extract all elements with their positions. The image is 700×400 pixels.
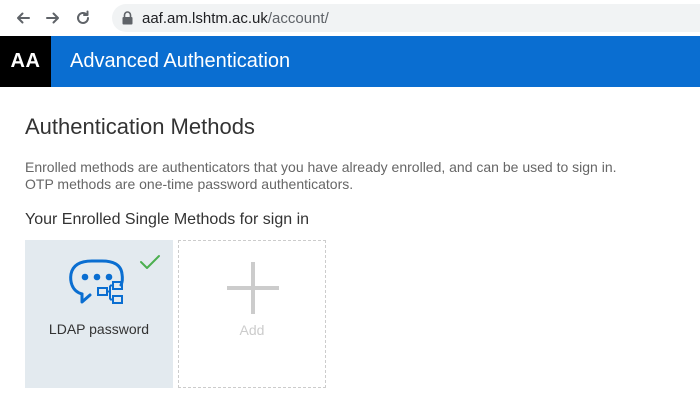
lock-icon bbox=[120, 10, 134, 26]
app-header: AA Advanced Authentication bbox=[0, 36, 700, 87]
url-host: aaf.am.lshtm.ac.uk bbox=[142, 9, 268, 27]
description-line-1: Enrolled methods are authenticators that… bbox=[25, 159, 617, 175]
app-title: Advanced Authentication bbox=[70, 50, 291, 72]
back-arrow-icon bbox=[17, 12, 30, 24]
page-description: Enrolled methods are authenticators that… bbox=[25, 159, 700, 193]
main-content: Authentication Methods Enrolled methods … bbox=[25, 87, 700, 229]
description-line-2: OTP methods are one-time password authen… bbox=[25, 176, 354, 192]
section-title: Your Enrolled Single Methods for sign in bbox=[25, 211, 310, 228]
app-logo[interactable]: AA bbox=[0, 36, 51, 87]
method-label: LDAP password bbox=[48, 321, 150, 337]
check-icon bbox=[140, 255, 160, 269]
plus-icon bbox=[227, 262, 279, 314]
forward-arrow-icon bbox=[46, 12, 59, 24]
reload-icon bbox=[77, 10, 89, 24]
forward-button[interactable] bbox=[40, 5, 66, 31]
add-method-tile[interactable]: Add bbox=[178, 240, 326, 388]
ldap-password-icon bbox=[69, 259, 124, 304]
back-button[interactable] bbox=[10, 5, 36, 31]
address-bar[interactable]: aaf.am.lshtm.ac.uk/account/ bbox=[112, 4, 700, 32]
add-label: Add bbox=[239, 322, 265, 338]
url-path: /account/ bbox=[267, 9, 329, 27]
method-tiles: LDAP password Add bbox=[25, 240, 326, 388]
method-tile-ldap-password[interactable]: LDAP password bbox=[25, 240, 173, 388]
page-title: Authentication Methods bbox=[25, 114, 255, 139]
browser-toolbar: aaf.am.lshtm.ac.uk/account/ bbox=[0, 0, 700, 36]
reload-button[interactable] bbox=[70, 5, 96, 31]
